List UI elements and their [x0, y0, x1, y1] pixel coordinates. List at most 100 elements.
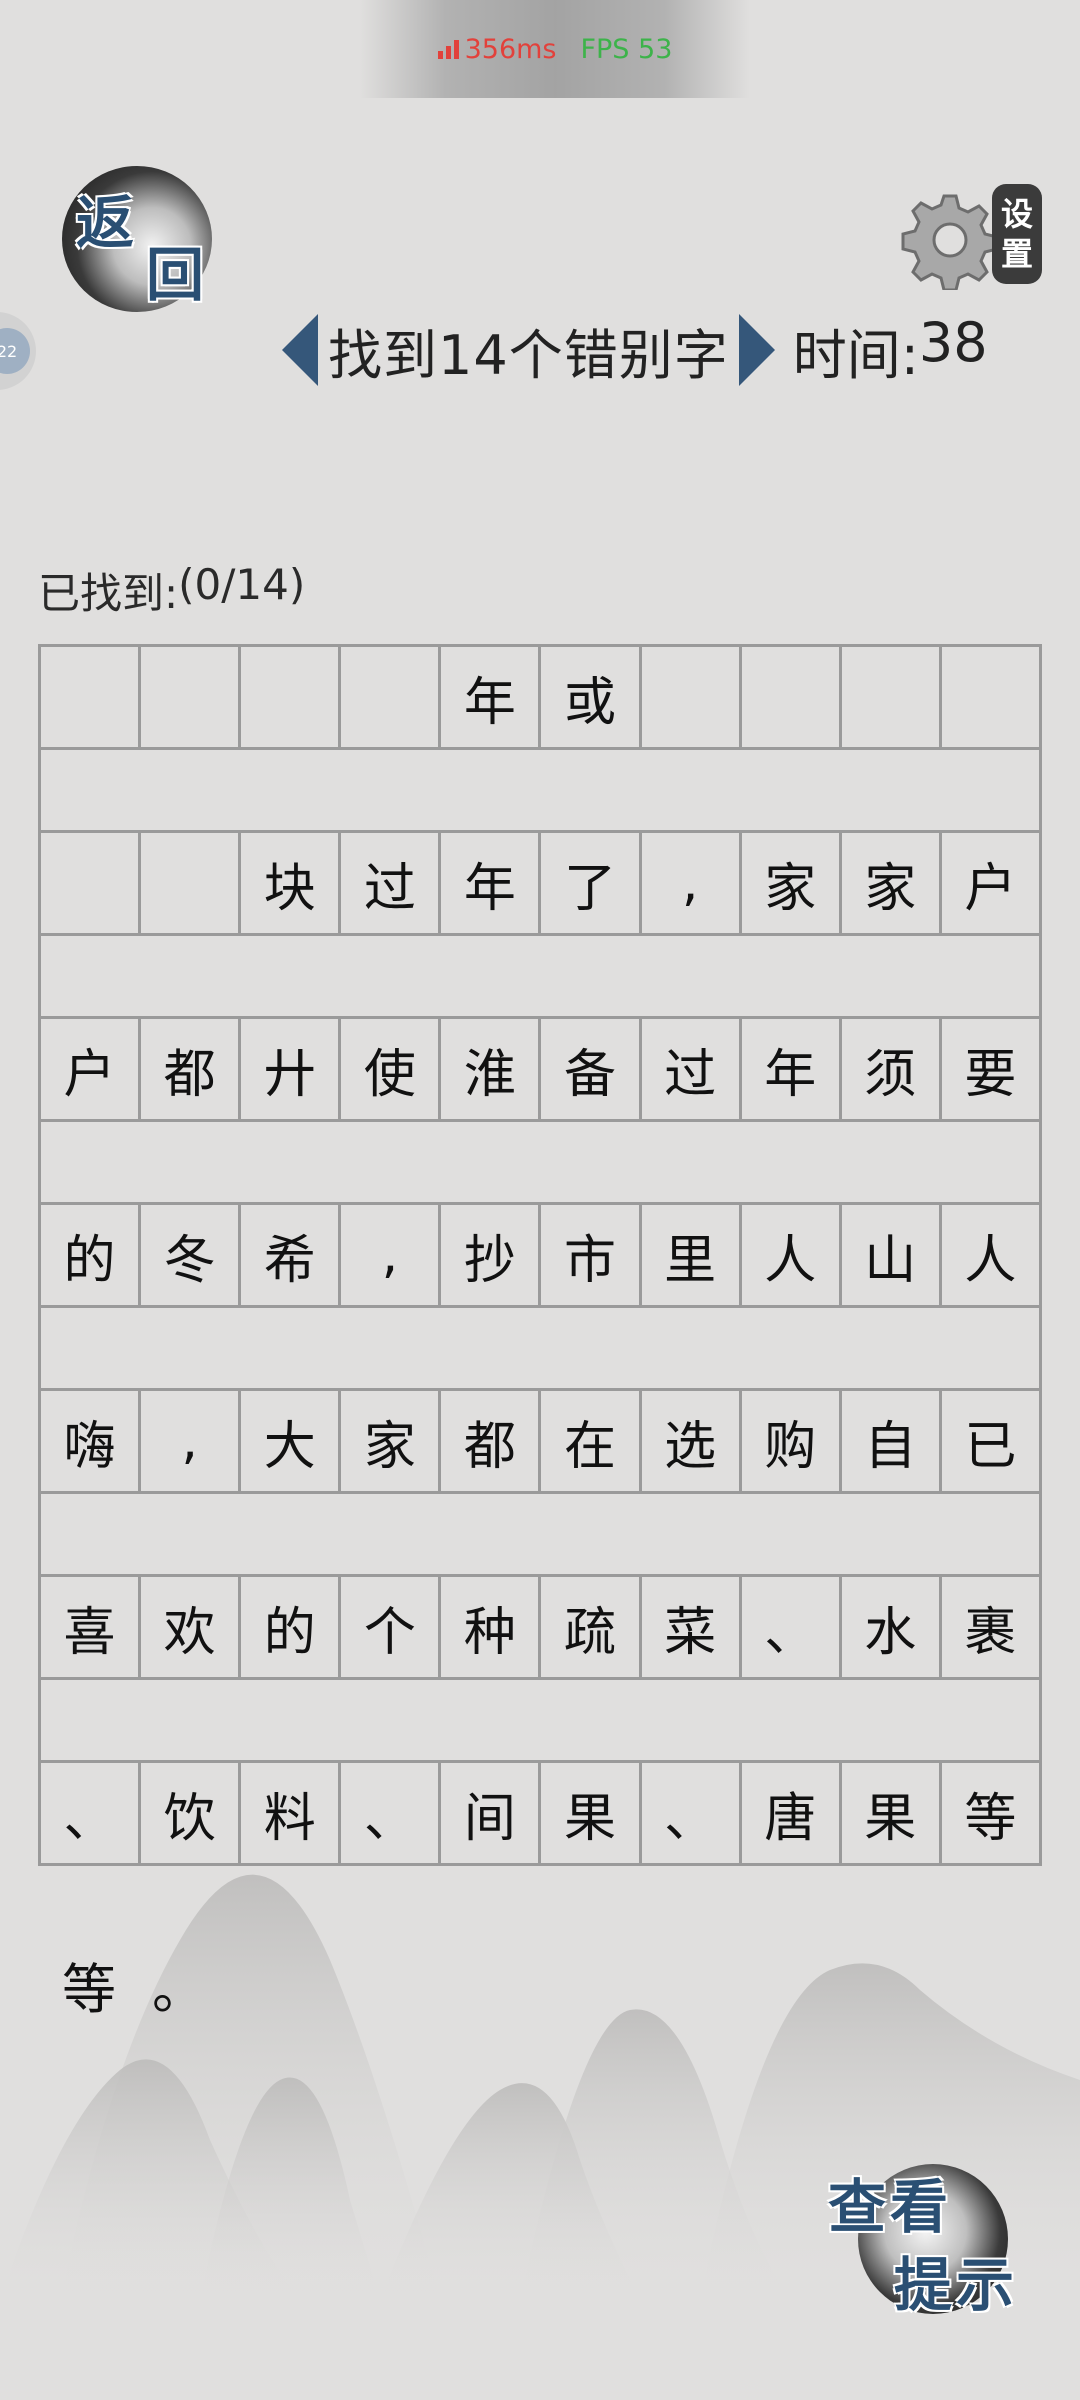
grid-cell[interactable]: ,	[141, 1391, 242, 1491]
grid-cell[interactable]: 都	[141, 1019, 242, 1119]
grid-cell[interactable]: 抄	[441, 1205, 542, 1305]
grid-cell[interactable]: 的	[241, 1577, 342, 1677]
grid-row: 嗨,大家都在选购自已	[41, 1391, 1039, 1491]
found-label: 已找到:	[38, 569, 179, 618]
grid-cell[interactable]: 嗨	[41, 1391, 142, 1491]
hint-char-3: 提	[894, 2251, 953, 2319]
grid-cell[interactable]: 饮	[141, 1763, 242, 1863]
grid-cell[interactable]: 年	[441, 833, 542, 933]
settings-button[interactable]: 设 置	[900, 182, 1050, 292]
grid-cell[interactable]: 唐	[742, 1763, 842, 1863]
grid-cell[interactable]: 果	[541, 1763, 642, 1863]
grid-cell[interactable]: 家	[341, 1391, 442, 1491]
grid-cell[interactable]: 或	[541, 647, 642, 747]
timer-value: 38	[918, 310, 988, 374]
grid-cell[interactable]: 购	[742, 1391, 842, 1491]
grid-cell[interactable]: 自	[842, 1391, 942, 1491]
floating-side-tab[interactable]: 22	[0, 312, 36, 390]
grid-cell[interactable]: 年	[441, 647, 542, 747]
row-separator	[41, 1119, 1039, 1205]
grid-cell[interactable]: 裹	[942, 1577, 1039, 1677]
grid-cell[interactable]: 、	[642, 1763, 742, 1863]
grid-cell[interactable]: 欢	[141, 1577, 242, 1677]
fps-value: FPS 53	[580, 33, 673, 65]
grid-cell[interactable]: 要	[942, 1019, 1039, 1119]
grid-cell[interactable]	[642, 647, 742, 747]
grid-cell[interactable]: 户	[942, 833, 1039, 933]
grid-cell[interactable]: 大	[241, 1391, 342, 1491]
grid-cell[interactable]	[341, 647, 442, 747]
grid-cell[interactable]: 过	[341, 833, 442, 933]
hint-char-4: 示	[956, 2251, 1015, 2319]
grid-cell[interactable]: 、	[41, 1763, 142, 1863]
grid-cell[interactable]: 疏	[541, 1577, 642, 1677]
grid-row: 喜欢的个种疏菜、水裹	[41, 1577, 1039, 1677]
level-title: 找到14个错别字	[328, 323, 729, 387]
grid-cell[interactable]: 喜	[41, 1577, 142, 1677]
grid-cell[interactable]: 间	[441, 1763, 542, 1863]
grid-cell[interactable]: 都	[441, 1391, 542, 1491]
timer-label: 时间:	[792, 323, 919, 387]
tail-char-1[interactable]: 等	[62, 1945, 116, 2024]
grid-cell[interactable]: 希	[241, 1205, 342, 1305]
grid-row: 、饮料、间果、唐果等	[41, 1763, 1039, 1863]
grid-cell[interactable]: 块	[241, 833, 342, 933]
next-arrow-icon[interactable]	[738, 314, 775, 386]
tail-char-2[interactable]: 。	[152, 1945, 206, 2024]
grid-cell[interactable]: 廾	[241, 1019, 342, 1119]
grid-cell[interactable]: 个	[341, 1577, 442, 1677]
grid-cell[interactable]: 备	[541, 1019, 642, 1119]
back-button-char-1: 返	[76, 189, 135, 257]
grid-cell[interactable]: 户	[41, 1019, 142, 1119]
grid-cell[interactable]	[41, 647, 142, 747]
grid-cell[interactable]: 家	[842, 833, 942, 933]
prev-arrow-icon[interactable]	[282, 314, 318, 386]
grid-cell[interactable]: 人	[942, 1205, 1039, 1305]
grid-cell[interactable]: 料	[241, 1763, 342, 1863]
back-button-char-2: 回	[146, 241, 205, 309]
grid-cell[interactable]: 选	[642, 1391, 742, 1491]
grid-cell[interactable]: 水	[842, 1577, 942, 1677]
side-tab-badge: 22	[0, 328, 30, 374]
grid-tail-line: 等 。	[62, 1945, 206, 2024]
settings-label: 设 置	[992, 184, 1042, 284]
hint-char-2: 看	[890, 2173, 949, 2241]
grid-cell[interactable]	[141, 647, 242, 747]
grid-cell[interactable]	[241, 647, 342, 747]
grid-cell[interactable]: 淮	[441, 1019, 542, 1119]
grid-cell[interactable]: 冬	[141, 1205, 242, 1305]
grid-cell[interactable]: 果	[842, 1763, 942, 1863]
grid-cell[interactable]: 家	[742, 833, 842, 933]
grid-cell[interactable]: 在	[541, 1391, 642, 1491]
grid-cell[interactable]	[742, 647, 842, 747]
grid-cell[interactable]	[141, 833, 242, 933]
grid-cell[interactable]: 年	[742, 1019, 842, 1119]
grid-cell[interactable]: 过	[642, 1019, 742, 1119]
grid-cell[interactable]: 等	[942, 1763, 1039, 1863]
grid-cell[interactable]: 、	[742, 1577, 842, 1677]
grid-cell[interactable]: 了	[541, 833, 642, 933]
view-hint-button[interactable]: 查 看 提 示	[828, 2160, 1028, 2320]
grid-cell[interactable]: ,	[642, 833, 742, 933]
grid-cell[interactable]	[842, 647, 942, 747]
grid-cell[interactable]: 市	[541, 1205, 642, 1305]
grid-cell[interactable]: 的	[41, 1205, 142, 1305]
grid-cell[interactable]	[942, 647, 1039, 747]
grid-cell[interactable]: 山	[842, 1205, 942, 1305]
grid-cell[interactable]: 种	[441, 1577, 542, 1677]
grid-cell[interactable]: 菜	[642, 1577, 742, 1677]
grid-cell[interactable]	[41, 833, 142, 933]
signal-icon	[437, 39, 459, 59]
grid-cell[interactable]: 须	[842, 1019, 942, 1119]
grid-cell[interactable]: 里	[642, 1205, 742, 1305]
row-separator	[41, 1677, 1039, 1763]
row-separator	[41, 1491, 1039, 1577]
grid-cell[interactable]: 人	[742, 1205, 842, 1305]
grid-row: 户都廾使淮备过年须要	[41, 1019, 1039, 1119]
grid-row: 年或	[41, 647, 1039, 747]
grid-cell[interactable]: 使	[341, 1019, 442, 1119]
back-button[interactable]: 返 回	[62, 166, 212, 312]
grid-cell[interactable]: ,	[341, 1205, 442, 1305]
grid-cell[interactable]: 已	[942, 1391, 1039, 1491]
grid-cell[interactable]: 、	[341, 1763, 442, 1863]
